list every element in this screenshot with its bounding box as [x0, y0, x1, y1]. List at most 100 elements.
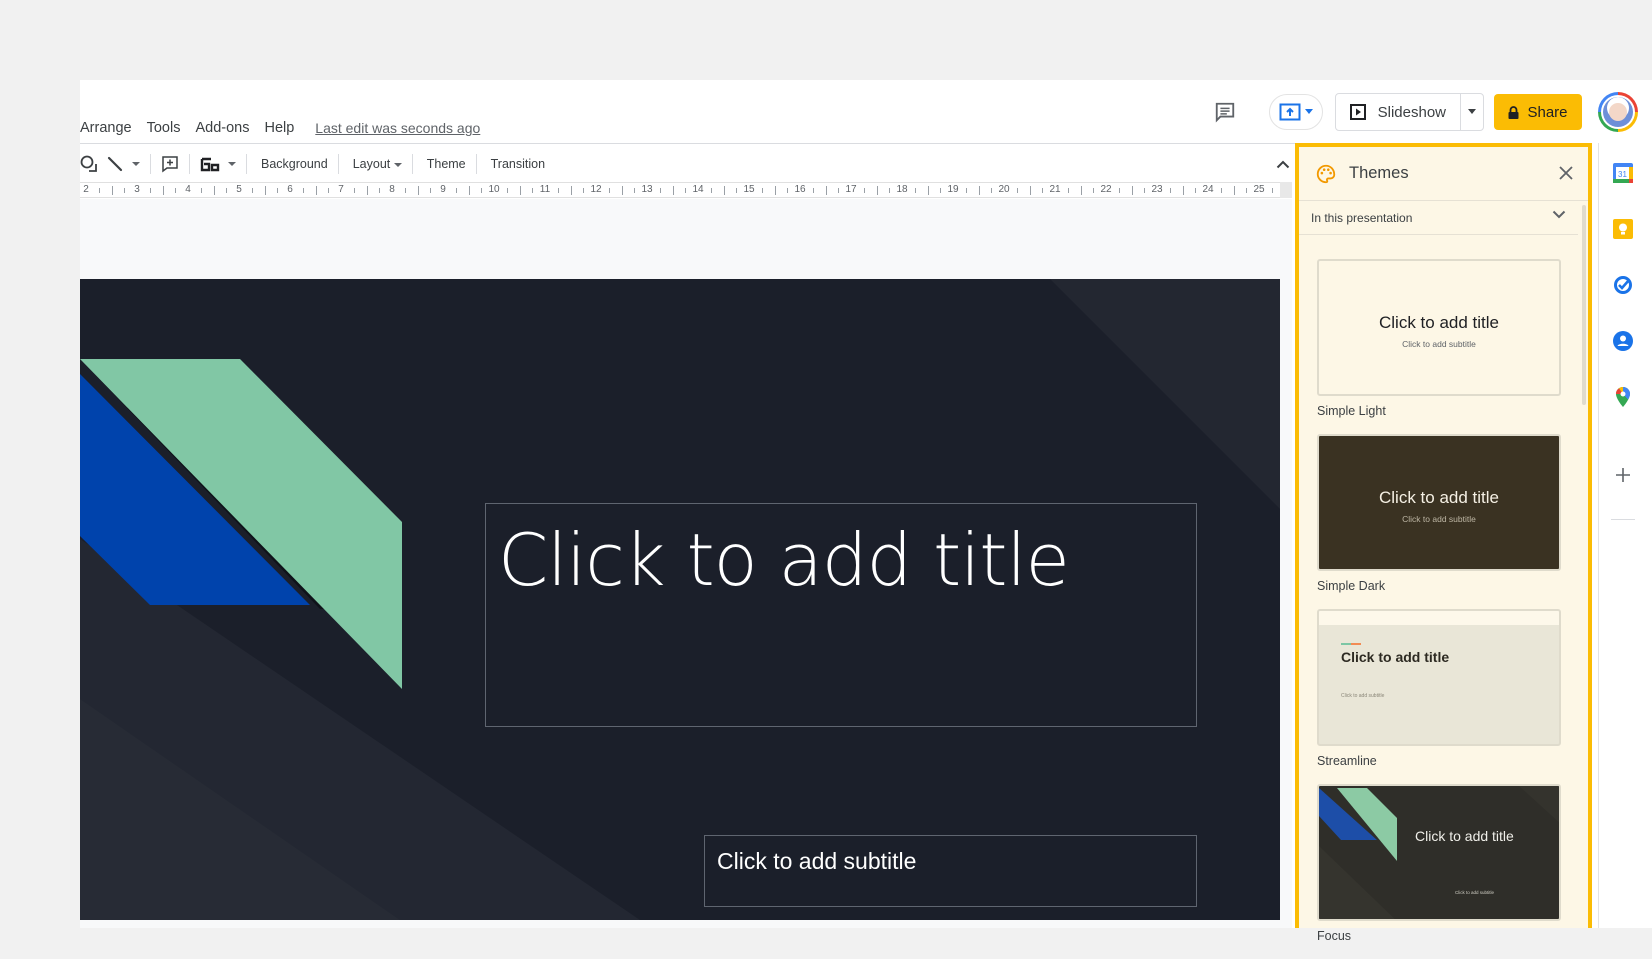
ruler-label: 2 [83, 184, 89, 195]
theme-preview-subtitle: Click to add subtitle [1455, 890, 1495, 895]
ruler-tick [1016, 188, 1018, 193]
background-button[interactable]: Background [257, 157, 332, 171]
theme-preview-title: Click to add title [1379, 313, 1499, 332]
ruler-tick [634, 188, 636, 193]
layout-button[interactable]: Layout [349, 157, 406, 171]
ruler-label: 9 [440, 184, 446, 195]
ruler-tick [149, 188, 151, 193]
ruler-tick [863, 188, 865, 193]
theme-card-simple-dark[interactable]: Click to add title Click to add subtitle [1317, 434, 1561, 571]
ruler-label: 22 [1100, 184, 1112, 195]
ruler-tick [1169, 188, 1171, 193]
themes-scrollbar[interactable] [1582, 205, 1586, 405]
tasks-button[interactable] [1613, 275, 1633, 295]
ruler-tick [417, 186, 419, 195]
ruler-tick [200, 188, 202, 193]
maps-icon [1615, 387, 1630, 407]
title-placeholder-text: Click to add title [498, 518, 1070, 602]
theme-card-focus[interactable]: Click to add title Click to add subtitle [1317, 784, 1561, 921]
ruler-tick [1144, 188, 1146, 193]
horizontal-ruler[interactable]: 2 3 4 5 6 7 8 9 10 11 12 13 14 15 16 17 18 19 20 21 22 23 24 25 [80, 182, 1299, 198]
slide-canvas[interactable]: Click to add title Click to add subtitle [80, 199, 1292, 928]
ruler-label: 25 [1253, 184, 1265, 195]
theme-preview-title: Click to add title [1415, 828, 1514, 844]
format-options-button[interactable] [200, 152, 220, 176]
header-actions: Slideshow Share [1211, 92, 1652, 132]
palette-icon [1316, 164, 1336, 183]
ruler-tick [468, 186, 470, 195]
ruler-label: 13 [641, 184, 653, 195]
ruler-label: 24 [1202, 184, 1214, 195]
ruler-tick [736, 188, 738, 193]
ruler-tick [914, 188, 916, 193]
theme-preview-subtitle: Click to add subtitle [1402, 339, 1476, 349]
ruler-label: 18 [896, 184, 908, 195]
ruler-label: 5 [236, 184, 242, 195]
ruler-tick [838, 188, 840, 193]
hide-menus-button[interactable] [1271, 150, 1295, 178]
transition-button[interactable]: Transition [487, 157, 549, 171]
ruler-label: 17 [845, 184, 857, 195]
line-options-button[interactable] [132, 152, 140, 176]
chevron-down-icon [132, 161, 140, 166]
slideshow-button[interactable]: Slideshow [1336, 94, 1461, 130]
chevron-down-icon [1304, 109, 1313, 114]
calendar-button[interactable]: 31 [1613, 163, 1633, 183]
menu-arrange[interactable]: Arrange [80, 120, 132, 136]
ruler-tick [124, 188, 126, 193]
side-panel-divider [1611, 519, 1635, 520]
ruler-tick [506, 188, 508, 193]
ruler-tick [774, 186, 776, 195]
ruler-label: 23 [1151, 184, 1163, 195]
ruler-label: 12 [590, 184, 602, 195]
keep-button[interactable] [1613, 219, 1633, 239]
theme-filter-dropdown[interactable]: In this presentation [1299, 201, 1578, 235]
ruler-label: 15 [743, 184, 755, 195]
slide[interactable]: Click to add title Click to add subtitle [80, 279, 1280, 920]
contacts-icon [1613, 331, 1633, 351]
format-options-dropdown[interactable] [228, 152, 236, 176]
ruler-label: 4 [185, 184, 191, 195]
theme-card-simple-light[interactable]: Click to add title Click to add subtitle [1317, 259, 1561, 396]
menu-help[interactable]: Help [264, 120, 294, 136]
ruler-tick [685, 188, 687, 193]
title-placeholder[interactable]: Click to add title [485, 503, 1197, 727]
play-icon [1349, 104, 1366, 120]
ruler-tick [876, 186, 878, 195]
contacts-button[interactable] [1613, 331, 1633, 351]
ruler-tick [927, 186, 929, 195]
last-edit-link[interactable]: Last edit was seconds ago [315, 120, 480, 136]
ruler-tick [889, 188, 891, 193]
ruler-tick [978, 186, 980, 195]
chevron-down-icon [228, 161, 236, 166]
shape-icon [80, 155, 97, 172]
header-divider [80, 143, 1295, 144]
menu-add-ons[interactable]: Add-ons [195, 120, 249, 136]
theme-preview-subtitle: Click to add subtitle [1402, 514, 1476, 524]
shape-button[interactable] [80, 152, 98, 176]
subtitle-placeholder[interactable]: Click to add subtitle [704, 835, 1197, 907]
theme-button[interactable]: Theme [423, 157, 470, 171]
slideshow-label: Slideshow [1377, 103, 1446, 121]
line-button[interactable] [106, 152, 124, 176]
chevron-down-icon [393, 163, 402, 167]
present-to-meeting-button[interactable] [1268, 94, 1323, 130]
add-comment-button[interactable] [161, 152, 179, 176]
ruler-tick [940, 188, 942, 193]
ruler-tick [315, 186, 317, 195]
ruler-label: 10 [488, 184, 500, 195]
focus-decoration [1319, 786, 1559, 919]
maps-button[interactable] [1613, 387, 1633, 407]
account-avatar[interactable] [1598, 92, 1638, 132]
comment-history-button[interactable] [1211, 98, 1239, 126]
close-themes-button[interactable] [1556, 163, 1576, 183]
ruler-label: 6 [287, 184, 293, 195]
share-button[interactable]: Share [1494, 94, 1582, 130]
slideshow-options-button[interactable] [1461, 94, 1483, 130]
theme-card-streamline[interactable]: Click to add title Click to add subtitle [1317, 609, 1561, 746]
layout-label: Layout [352, 157, 391, 171]
ruler-tick [277, 188, 279, 193]
get-add-ons-button[interactable] [1613, 465, 1633, 485]
ruler-tick [1042, 188, 1044, 193]
menu-tools[interactable]: Tools [147, 120, 181, 136]
